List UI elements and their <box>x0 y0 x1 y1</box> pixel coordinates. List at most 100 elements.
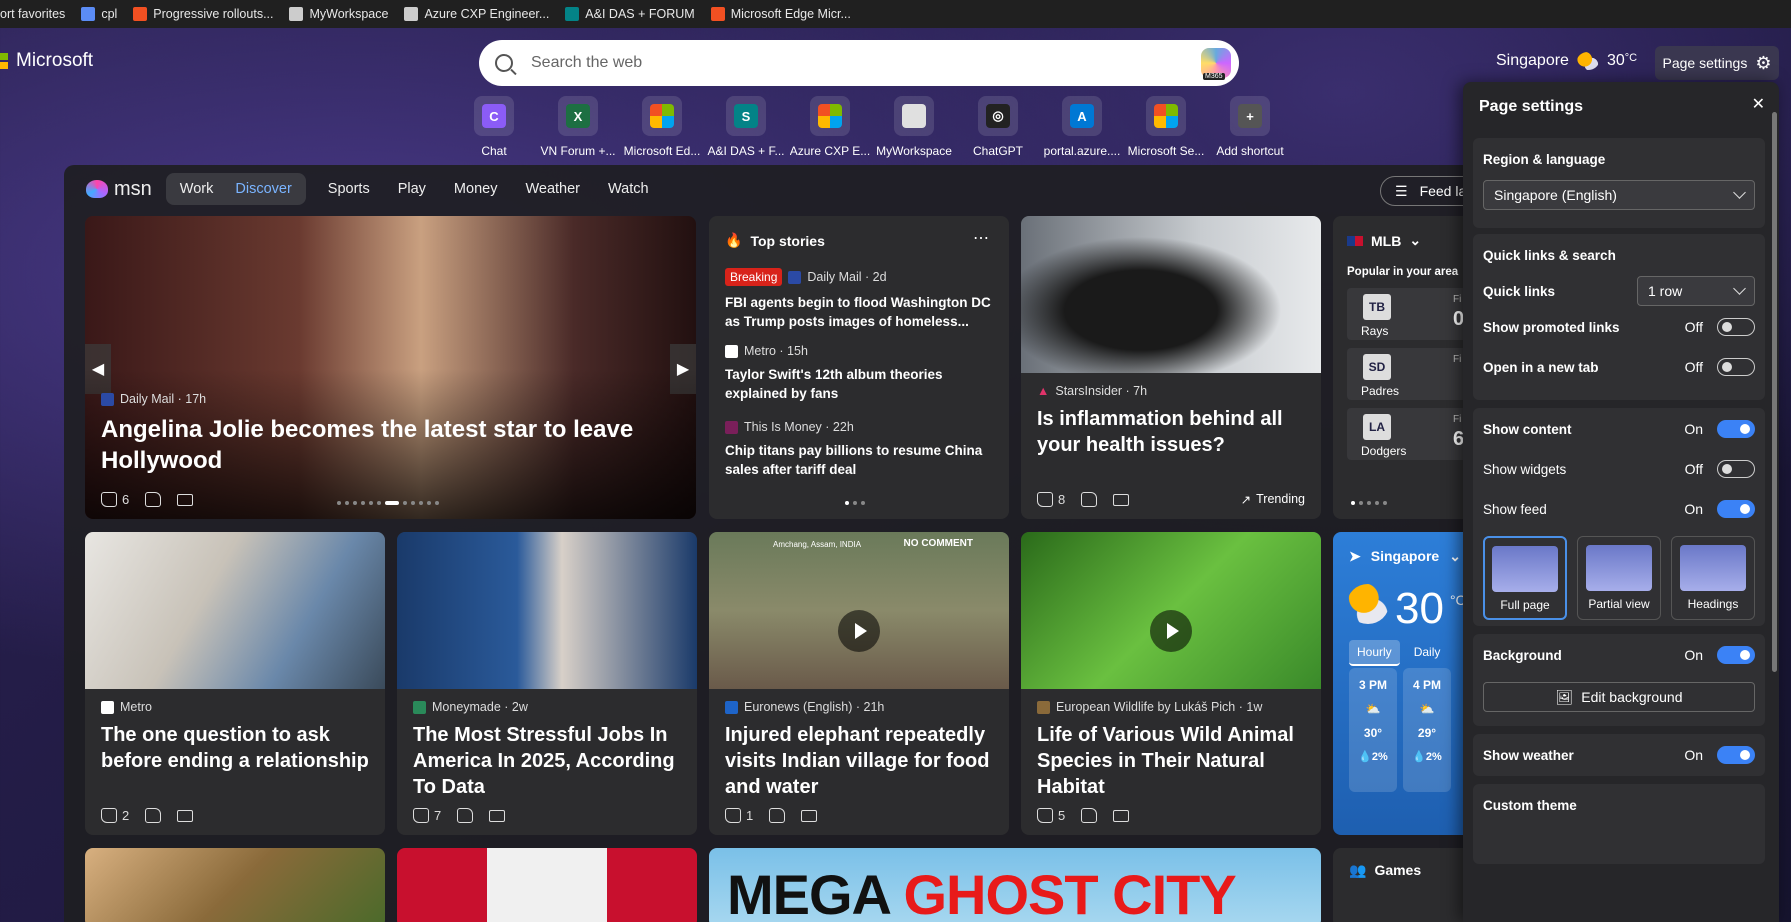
carousel-dots[interactable] <box>337 501 439 505</box>
comment-button[interactable] <box>1113 809 1130 822</box>
mlb-heading[interactable]: MLB <box>1371 233 1401 249</box>
chevron-down-icon[interactable]: ⌄ <box>1409 232 1421 249</box>
location-label: Singapore <box>1496 52 1569 69</box>
quick-links-label: Quick links <box>1483 283 1556 299</box>
dislike-button[interactable] <box>457 808 474 823</box>
tab-watch[interactable]: Watch <box>608 181 649 197</box>
panel-scrollbar[interactable] <box>1772 112 1777 672</box>
tab-discover[interactable]: Discover <box>235 181 291 197</box>
tab-daily[interactable]: Daily <box>1406 640 1449 666</box>
favorite-item[interactable]: A&I DAS + FORUM <box>565 7 695 21</box>
shortcut-add-shortcut[interactable]: + Add shortcut <box>1208 96 1292 158</box>
tab-weather[interactable]: Weather <box>525 181 580 197</box>
story-item[interactable]: Breaking Daily Mail · 2d FBI agents begin… <box>725 268 997 331</box>
like-button[interactable]: 8 <box>1037 492 1065 507</box>
layout-partial-view[interactable]: Partial view <box>1577 536 1661 620</box>
show-feed-toggle[interactable] <box>1717 500 1755 518</box>
shortcut-portal-azure[interactable]: Aportal.azure.... <box>1040 96 1124 158</box>
banner-card[interactable]: MEGA GHOST CITY <box>709 848 1321 922</box>
tab-money[interactable]: Money <box>454 181 498 197</box>
layout-headings[interactable]: Headings <box>1671 536 1755 620</box>
quick-links-dropdown[interactable]: 1 row <box>1637 276 1755 306</box>
article-card[interactable]: Moneymade · 2w The Most Stressful Jobs In… <box>397 532 697 835</box>
comment-icon <box>801 809 818 822</box>
like-button[interactable]: 6 <box>101 492 129 507</box>
article-card[interactable]: European Wildlife by Lukáš Pich · 1w Life… <box>1021 532 1321 835</box>
weather-card[interactable]: ➤ Singapore ⌄ 30 °C Hourly Daily 3 PM ⛅ 30… <box>1333 532 1483 835</box>
microsoft-brand[interactable]: Microsoft <box>0 50 93 72</box>
comment-button[interactable] <box>801 809 818 822</box>
chevron-down-icon <box>1733 186 1746 199</box>
chevron-down-icon[interactable]: ⌄ <box>1449 548 1461 565</box>
like-button[interactable]: 5 <box>1037 808 1065 823</box>
favorite-item[interactable]: Azure CXP Engineer... <box>404 7 549 21</box>
favorite-item[interactable]: cpl <box>81 7 117 21</box>
region-dropdown[interactable]: Singapore (English) <box>1483 180 1755 210</box>
shortcut-vn-forum[interactable]: X VN Forum +... <box>536 96 620 158</box>
shortcut-myworkspace[interactable]: MyWorkspace <box>872 96 956 158</box>
chatgpt-icon: ◎ <box>986 104 1010 128</box>
tab-hourly[interactable]: Hourly <box>1349 640 1400 666</box>
show-widgets-toggle[interactable] <box>1717 460 1755 478</box>
quick-links-value: 1 row <box>1648 283 1683 299</box>
more-options-icon[interactable]: ⋯ <box>973 228 989 248</box>
hero-card[interactable]: ◀ ▶ Daily Mail · 17h Angelina Jolie beco… <box>85 216 696 519</box>
hour-forecast[interactable]: 3 PM ⛅ 30° 💧2% <box>1349 668 1397 792</box>
like-button[interactable]: 1 <box>725 808 753 823</box>
shortcut-chatgpt[interactable]: ◎ ChatGPT <box>956 96 1040 158</box>
dislike-button[interactable] <box>145 492 162 507</box>
sharepoint-icon: S <box>734 104 758 128</box>
pager-dots[interactable] <box>845 501 865 505</box>
comment-button[interactable] <box>1113 493 1130 506</box>
article-card[interactable]: Amchang, Assam, INDIA NO COMMENT Euronews … <box>709 532 1009 835</box>
hero-title[interactable]: Angelina Jolie becomes the latest star t… <box>101 414 680 476</box>
thumbs-down-icon <box>1081 492 1098 507</box>
favorite-item[interactable]: ort favorites <box>0 7 65 21</box>
layout-full-page[interactable]: Full page <box>1483 536 1567 620</box>
background-toggle[interactable] <box>1717 646 1755 664</box>
pager-dots[interactable] <box>1351 501 1387 505</box>
page-settings-button[interactable]: Page settings ⚙ <box>1655 46 1779 80</box>
show-content-toggle[interactable] <box>1717 420 1755 438</box>
location-weather[interactable]: Singapore 30°C <box>1496 52 1637 70</box>
new-tab-toggle[interactable] <box>1717 358 1755 376</box>
story-item[interactable]: Metro · 15h Taylor Swift's 12th album th… <box>725 344 997 403</box>
article-card[interactable]: ▲ StarsInsider · 7h Is inflammation behin… <box>1021 216 1321 519</box>
favorite-item[interactable]: Microsoft Edge Micr... <box>710 7 851 21</box>
play-icon[interactable] <box>1150 610 1192 652</box>
close-icon[interactable]: ✕ <box>1752 94 1765 114</box>
promoted-links-toggle[interactable] <box>1717 318 1755 336</box>
hour-forecast[interactable]: 4 PM ⛅ 29° 💧2% <box>1403 668 1451 792</box>
article-card[interactable]: Metro The one question to ask before endi… <box>85 532 385 835</box>
sliders-icon: ☰ <box>1395 182 1408 199</box>
dislike-button[interactable] <box>769 808 786 823</box>
m365-copilot-icon[interactable]: M365 <box>1201 48 1231 80</box>
shortcut-chat[interactable]: C Chat <box>452 96 536 158</box>
search-box[interactable]: Search the web M365 <box>479 40 1239 86</box>
tab-sports[interactable]: Sports <box>328 181 370 197</box>
play-icon[interactable] <box>838 610 880 652</box>
show-weather-toggle[interactable] <box>1717 746 1755 764</box>
shortcut-azure-cxp-e[interactable]: Azure CXP E... <box>788 96 872 158</box>
shortcut-microsoft-ed[interactable]: Microsoft Ed... <box>620 96 704 158</box>
shortcut-microsoft-se[interactable]: Microsoft Se... <box>1124 96 1208 158</box>
favorite-item[interactable]: MyWorkspace <box>289 7 388 21</box>
comment-button[interactable] <box>177 493 194 506</box>
article-card[interactable] <box>397 848 697 922</box>
like-button[interactable]: 2 <box>101 808 129 823</box>
comment-button[interactable] <box>177 809 194 822</box>
tab-work[interactable]: Work <box>180 181 214 197</box>
msn-logo[interactable]: msn <box>86 178 152 201</box>
story-item[interactable]: This Is Money · 22h Chip titans pay bill… <box>725 420 997 479</box>
favorite-item[interactable]: Progressive rollouts... <box>133 7 273 21</box>
edit-background-button[interactable]: 🖼 Edit background <box>1483 682 1755 712</box>
dislike-button[interactable] <box>1081 808 1098 823</box>
comment-button[interactable] <box>489 809 506 822</box>
dislike-button[interactable] <box>1081 492 1098 507</box>
tab-play[interactable]: Play <box>398 181 426 197</box>
shortcut-a-i-das-f[interactable]: S A&I DAS + F... <box>704 96 788 158</box>
show-weather-label: Show weather <box>1483 747 1574 763</box>
like-button[interactable]: 7 <box>413 808 441 823</box>
dislike-button[interactable] <box>145 808 162 823</box>
article-card[interactable] <box>85 848 385 922</box>
